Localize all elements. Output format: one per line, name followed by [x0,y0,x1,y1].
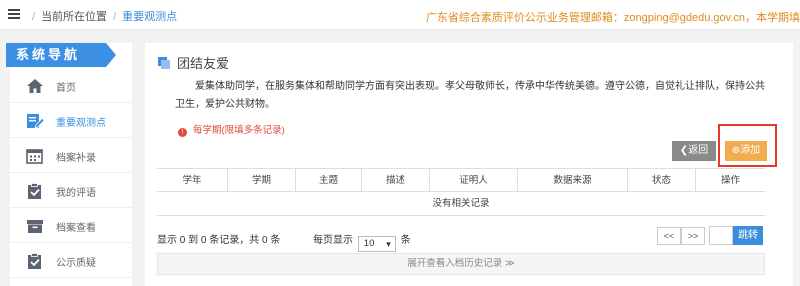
sidebar-item-comments[interactable]: 我的评语 [10,174,132,208]
column-header[interactable]: 描述 [361,169,429,192]
per-page-prefix: 每页显示 [313,235,353,246]
sidebar-item-dispute[interactable]: 公示质疑 [10,244,132,278]
sidebar-title: 系统导航 [6,43,116,67]
main-panel: 团结友爱 爱集体助同学，在服务集体和帮助同学方面有突出表现。孝父母敬师长，传承中… [145,43,793,286]
plus-circle-icon: ⊕ [731,145,741,156]
column-header[interactable]: 证明人 [429,169,517,192]
pager-info: 显示 0 到 0 条记录，共 0 条 [157,235,281,246]
archive-box-icon [27,220,43,233]
notice-text: 广东省综合素质评价公示业务管理邮箱：zongping@gdedu.gov.cn，… [425,12,800,24]
menu-icon[interactable] [8,9,20,19]
section-title-icon [158,57,170,69]
column-header[interactable]: 数据来源 [517,169,627,192]
description-text: 爱集体助同学，在服务集体和帮助同学方面有突出表现。孝父母敬师长，传承中华传统美德… [175,81,765,110]
column-header[interactable]: 学年 [157,169,227,192]
empty-row: 没有相关记录 [157,192,765,216]
expand-history-button[interactable]: 展开查看入档历史记录 ≫ [157,253,765,275]
add-button-label: 添加 [740,145,761,156]
sidebar: 系统导航 首页 重要观测点 档案补录 我的评语 档案查看 公示质疑 [6,43,132,286]
per-page-control: 每页显示 10 条 [313,231,411,252]
calendar-icon [26,149,43,164]
column-header[interactable]: 操作 [695,169,765,192]
breadcrumb-home: 当前所在位置 [41,11,108,23]
tip-label: 每学期(限填多条记录) [193,125,285,136]
breadcrumb: / 当前所在位置 / 重要观测点 [32,11,178,23]
back-button-label: 返回 [688,145,709,156]
prev-page-button[interactable]: << [657,227,681,245]
alert-icon: ! [178,128,187,137]
sidebar-item-observation[interactable]: 重要观测点 [10,104,132,138]
column-header[interactable]: 状态 [627,169,695,192]
top-bar: / 当前所在位置 / 重要观测点 广东省综合素质评价公示业务管理邮箱：zongping… [0,0,800,30]
home-icon [27,79,43,93]
add-button[interactable]: ⊕添加 [725,141,767,161]
sidebar-item-label: 重要观测点 [56,118,106,129]
sidebar-item-home[interactable]: 首页 [10,69,132,103]
edit-document-icon [27,114,44,129]
page-title: 团结友爱 [177,56,230,71]
tip-text: ! 每学期(限填多条记录) [178,122,285,137]
next-page-button[interactable]: >> [681,227,705,245]
chevron-left-icon: ❮ [679,145,689,156]
page-number-input[interactable] [709,226,733,245]
records-table: 学年 学期 主题 描述 证明人 数据来源 状态 操作 没有相关记录 [157,168,765,216]
sidebar-item-label: 档案查看 [56,223,96,234]
column-header[interactable]: 学期 [227,169,295,192]
breadcrumb-current[interactable]: 重要观测点 [122,11,177,23]
column-header[interactable]: 主题 [295,169,361,192]
sidebar-item-label: 公示质疑 [56,258,96,269]
clipboard-check-icon [28,253,41,269]
go-button[interactable]: 跳转 [733,226,763,245]
sidebar-item-supplement[interactable]: 档案补录 [10,139,132,173]
per-page-select[interactable]: 10 [357,236,396,252]
sidebar-item-label: 首页 [56,83,76,94]
per-page-suffix: 条 [400,235,411,246]
clipboard-check-icon [28,183,41,199]
sidebar-item-archive[interactable]: 档案查看 [10,209,132,243]
back-button[interactable]: ❮返回 [672,141,716,161]
table-header: 学年 学期 主题 描述 证明人 数据来源 状态 操作 [157,168,765,192]
sidebar-item-label: 档案补录 [56,153,96,164]
sidebar-item-label: 我的评语 [56,188,96,199]
